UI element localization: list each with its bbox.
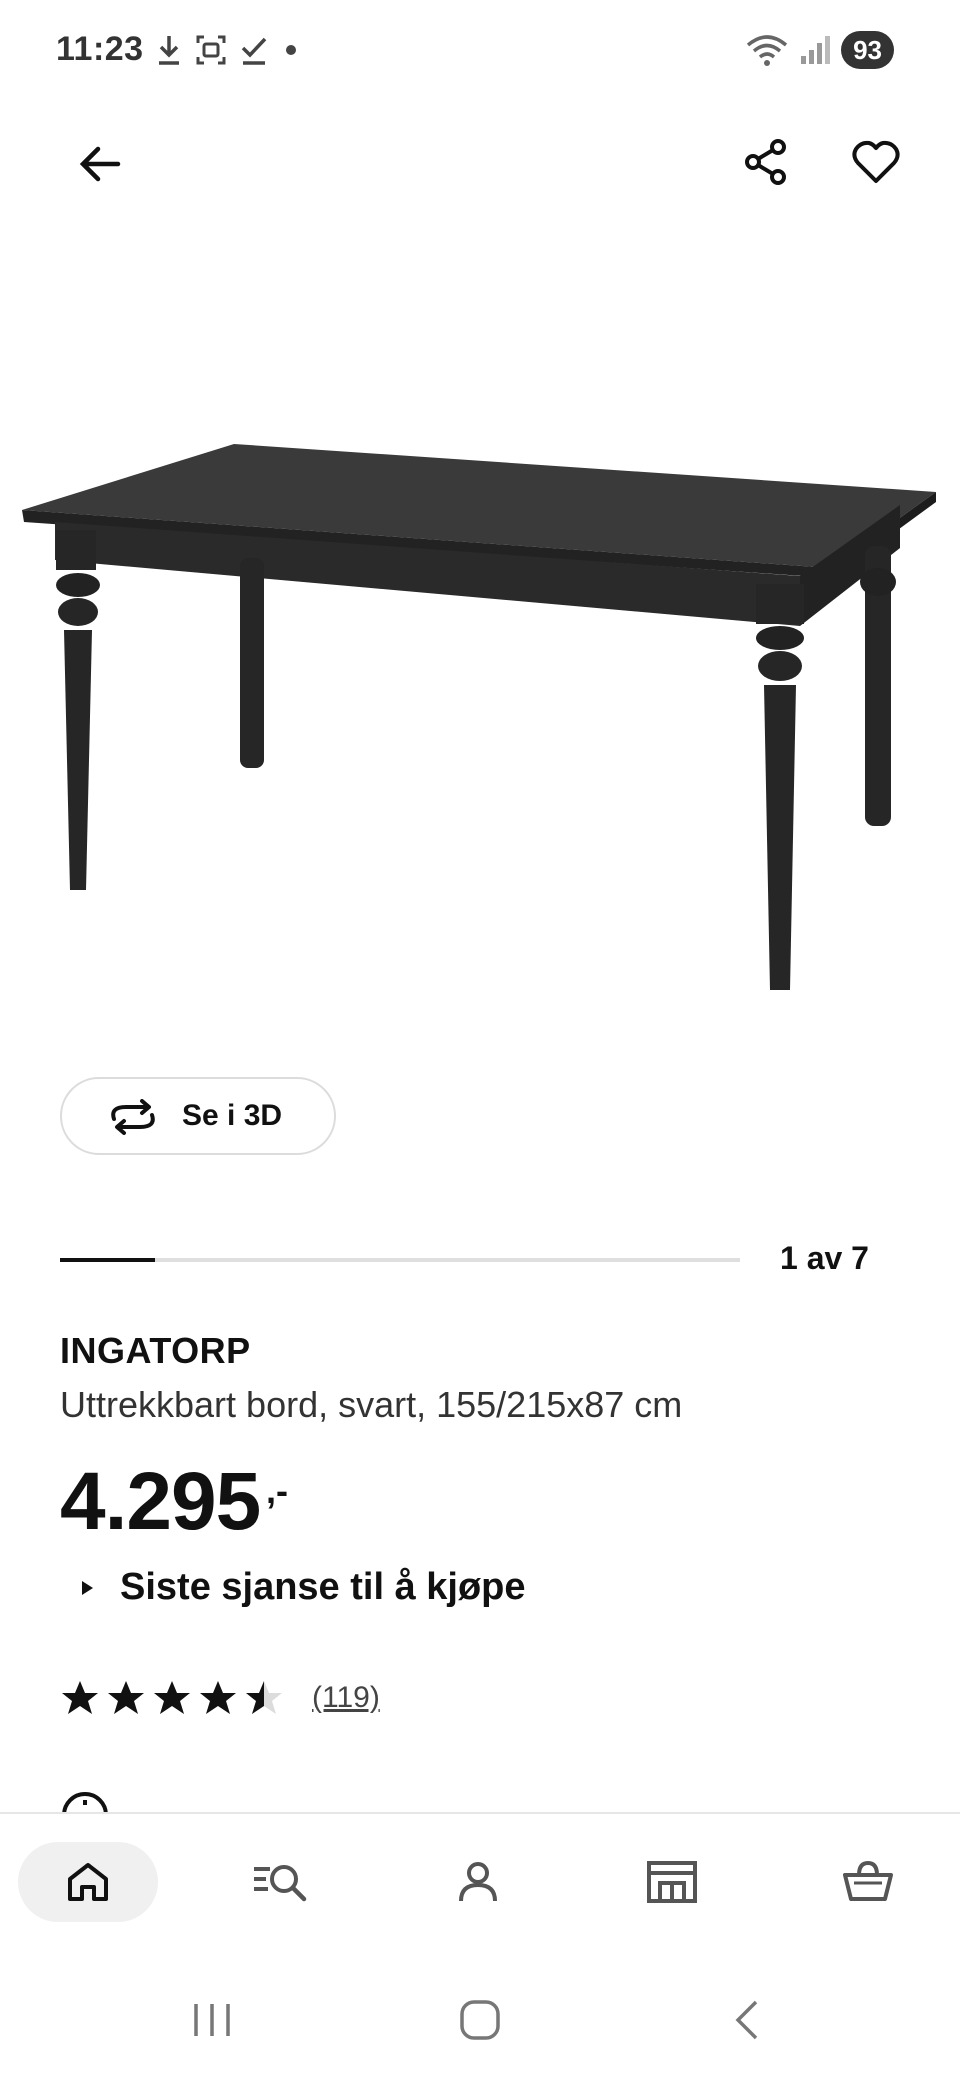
bottom-navigation: [0, 1812, 960, 1944]
wifi-icon: [746, 35, 788, 66]
home-button[interactable]: [440, 1980, 520, 2060]
star-rating: [60, 1678, 290, 1718]
back-system-button[interactable]: [708, 1980, 788, 2060]
basket-icon: [843, 1860, 893, 1901]
price-suffix: ,-: [266, 1470, 288, 1511]
nav-home[interactable]: [18, 1842, 158, 1922]
status-bar: 11:23 93: [0, 0, 960, 100]
status-icons-right: 93: [745, 28, 894, 72]
carousel-progress-track: [60, 1258, 740, 1262]
product-image[interactable]: [0, 230, 960, 1030]
last-chance-notice[interactable]: Siste sjanse til å kjøpe: [80, 1566, 526, 1609]
home-icon: [68, 1863, 108, 1901]
back-icon: [735, 2000, 758, 2040]
product-description: Uttrekkbart bord, svart, 155/215x87 cm: [60, 1384, 683, 1425]
home-button-icon: [460, 2000, 500, 2040]
store-icon: [647, 1861, 697, 1903]
top-bar: [0, 120, 960, 210]
search-icon: [254, 1865, 307, 1902]
rotate-3d-icon: [111, 1099, 155, 1135]
carousel-progress-fill: [60, 1258, 156, 1262]
download-icon: [159, 36, 179, 65]
star-icon: [154, 1681, 190, 1714]
signal-icon: [801, 36, 831, 64]
recents-button[interactable]: [172, 1980, 252, 2060]
view-3d-button[interactable]: Se i 3D: [60, 1077, 336, 1155]
check-icon: [241, 37, 267, 65]
last-chance-label: Siste sjanse til å kjøpe: [120, 1566, 526, 1608]
back-arrow-icon: [79, 146, 121, 182]
carousel-counter: 1 av 7: [780, 1240, 869, 1276]
star-icon: [246, 1681, 282, 1714]
back-button[interactable]: [60, 124, 140, 204]
profile-icon: [459, 1862, 497, 1902]
triangle-right-icon: [82, 1580, 93, 1595]
system-navigation: [0, 1960, 960, 2080]
product-name: INGATORP: [60, 1330, 251, 1371]
nav-profile[interactable]: [408, 1842, 548, 1922]
heart-icon: [852, 140, 900, 183]
status-icons-left: [155, 30, 301, 70]
rating-count[interactable]: (119): [312, 1681, 380, 1715]
view-3d-label: Se i 3D: [182, 1099, 283, 1132]
star-icon: [108, 1681, 144, 1714]
nav-basket[interactable]: [798, 1842, 938, 1922]
product-price: 4.295: [60, 1456, 261, 1547]
share-button[interactable]: [726, 122, 806, 202]
recents-icon: [194, 2004, 230, 2036]
info-icon-peek: [60, 1790, 120, 1814]
nav-stores[interactable]: [602, 1842, 742, 1922]
dot-icon: [286, 45, 296, 55]
status-time: 11:23: [56, 30, 144, 68]
table-illustration: [22, 444, 936, 990]
star-icon: [200, 1681, 236, 1714]
nav-search[interactable]: [212, 1842, 352, 1922]
screenshot-icon: [196, 35, 226, 65]
info-icon: [62, 1792, 108, 1814]
favorite-button[interactable]: [836, 122, 916, 202]
star-icon: [62, 1681, 98, 1714]
share-icon: [745, 139, 786, 185]
rating[interactable]: (119): [60, 1678, 380, 1718]
battery-indicator: 93: [841, 31, 894, 69]
